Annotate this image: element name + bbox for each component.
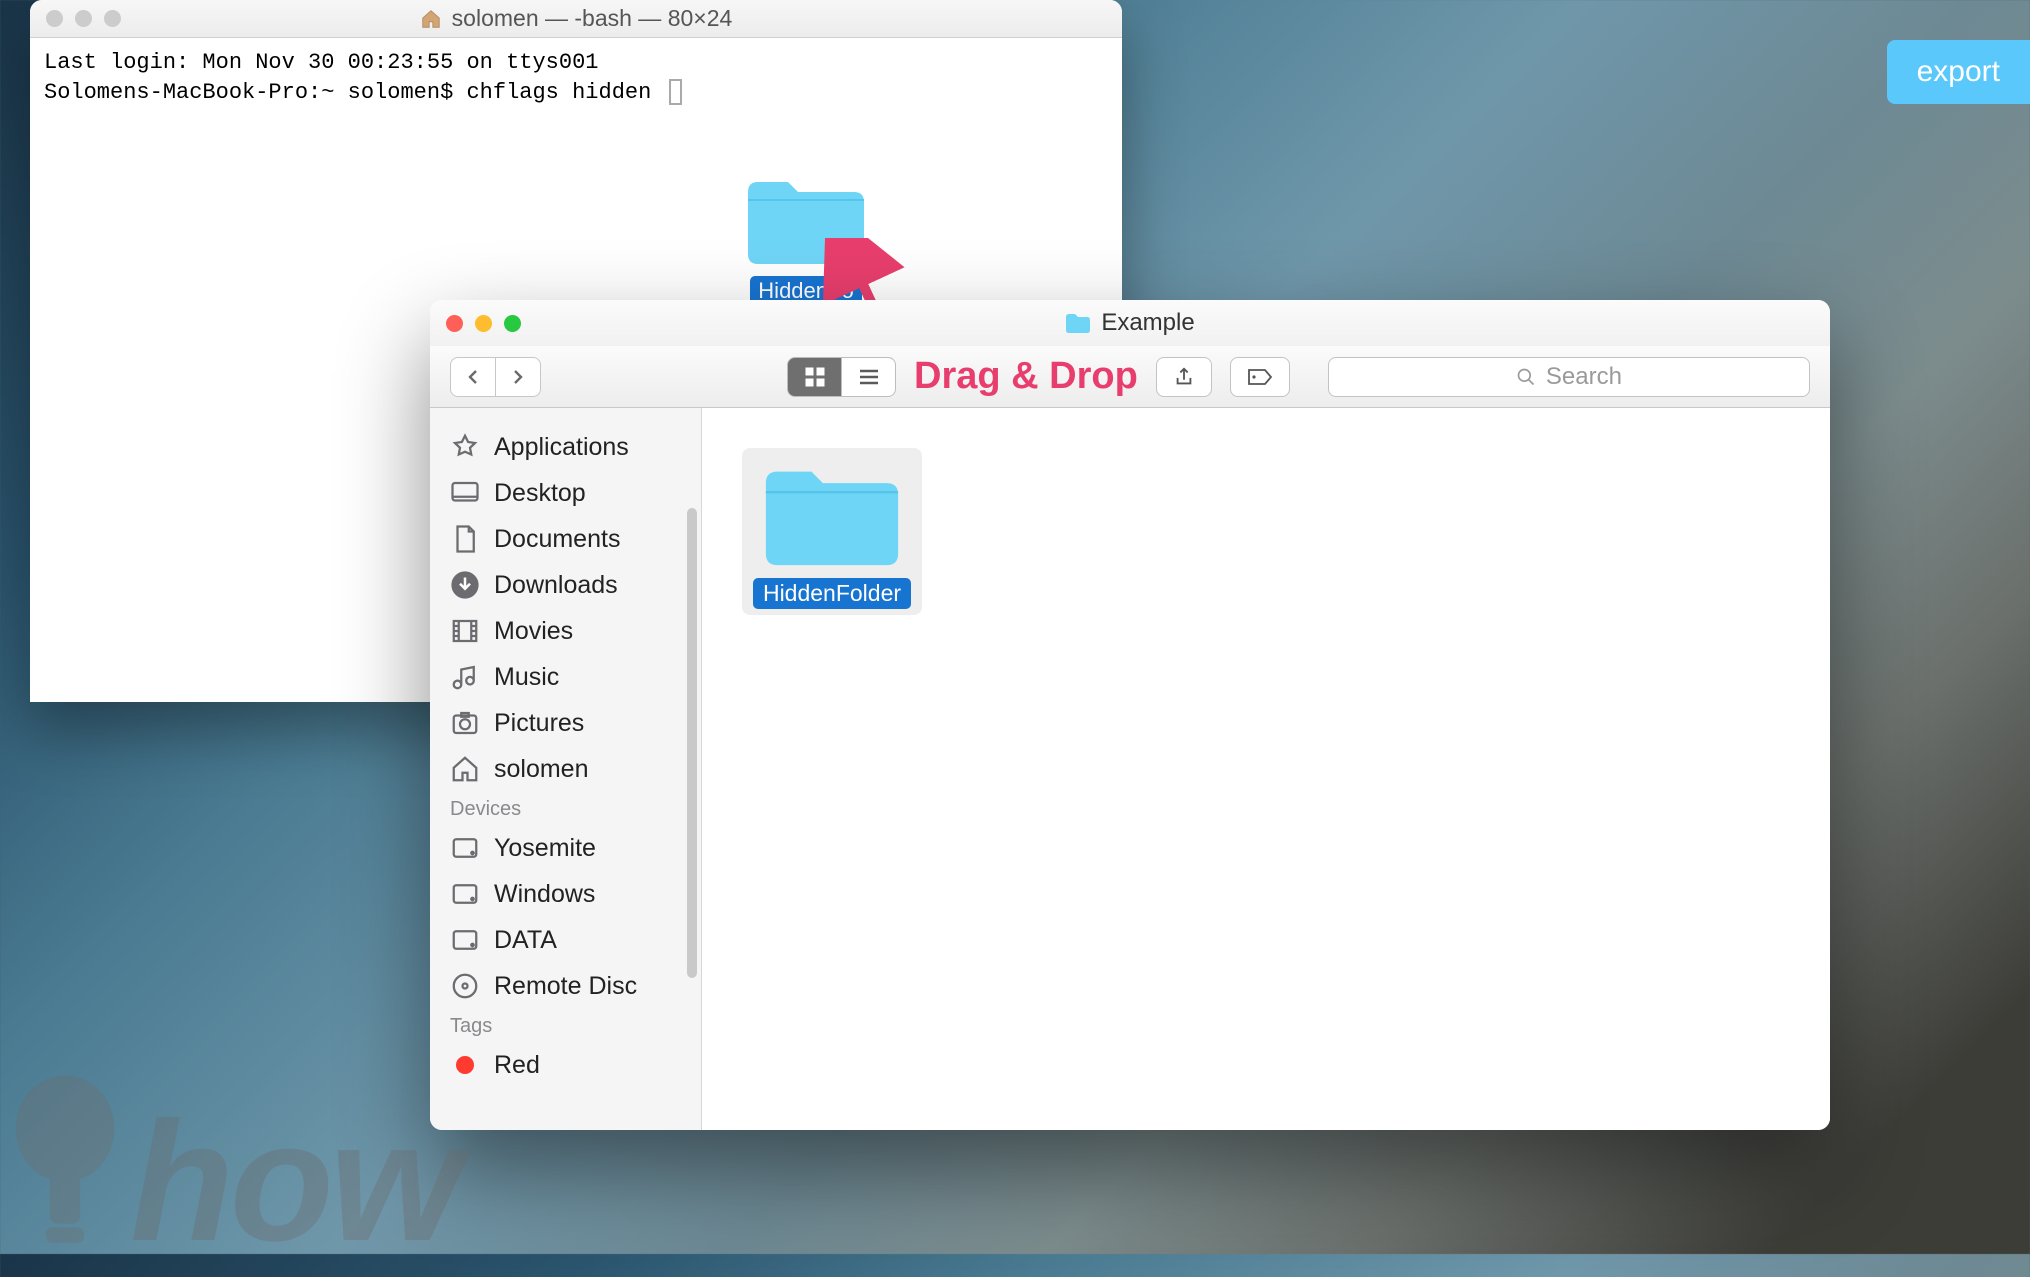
- sidebar-item-yosemite[interactable]: Yosemite: [430, 825, 701, 871]
- zoom-icon[interactable]: [104, 10, 121, 27]
- sidebar-item-downloads[interactable]: Downloads: [430, 562, 701, 608]
- export-label: export: [1917, 55, 2000, 89]
- sidebar-heading-devices: Devices: [430, 792, 701, 825]
- bulb-icon: [0, 1064, 130, 1254]
- terminal-prompt: Solomens-MacBook-Pro:~ solomen$ chflags …: [44, 80, 665, 105]
- disk-icon: [450, 925, 480, 955]
- sidebar-item-desktop[interactable]: Desktop: [430, 470, 701, 516]
- sidebar-item-data[interactable]: DATA: [430, 917, 701, 963]
- desktop-icon: [450, 478, 480, 508]
- finder-traffic-lights: [430, 300, 521, 346]
- watermark: how: [0, 1064, 458, 1254]
- tag-dot-icon: [450, 1050, 480, 1080]
- nav-buttons: [450, 357, 541, 397]
- cursor-icon: [669, 79, 682, 105]
- documents-icon: [450, 524, 480, 554]
- sidebar-item-pictures[interactable]: Pictures: [430, 700, 701, 746]
- sidebar-item-remote-disc[interactable]: Remote Disc: [430, 963, 701, 1009]
- close-icon[interactable]: [446, 315, 463, 332]
- finder-titlebar[interactable]: Example: [430, 300, 1830, 346]
- sidebar-item-music[interactable]: Music: [430, 654, 701, 700]
- forward-button[interactable]: [495, 357, 541, 397]
- export-tab[interactable]: export: [1887, 40, 2030, 104]
- disk-icon: [450, 879, 480, 909]
- annotation-label: Drag & Drop: [914, 355, 1138, 398]
- minimize-icon[interactable]: [75, 10, 92, 27]
- share-button[interactable]: [1156, 357, 1212, 397]
- music-icon: [450, 662, 480, 692]
- search-placeholder: Search: [1546, 363, 1622, 391]
- pictures-icon: [450, 708, 480, 738]
- dragged-folder[interactable]: HiddenFo: [736, 170, 876, 306]
- sidebar-scrollbar[interactable]: [687, 508, 697, 978]
- chevron-left-icon: [465, 369, 481, 385]
- minimize-icon[interactable]: [475, 315, 492, 332]
- share-icon: [1173, 366, 1195, 388]
- movies-icon: [450, 616, 480, 646]
- sidebar-item-movies[interactable]: Movies: [430, 608, 701, 654]
- terminal-title: solomen — -bash — 80×24: [30, 5, 1122, 32]
- file-item-label: HiddenFolder: [753, 578, 911, 609]
- finder-body: Applications Desktop Documents Downloads: [430, 408, 1830, 1130]
- chevron-right-icon: [510, 369, 526, 385]
- finder-window: Example Drag: [430, 300, 1830, 1130]
- terminal-titlebar[interactable]: solomen — -bash — 80×24: [30, 0, 1122, 38]
- tag-icon: [1247, 367, 1273, 387]
- search-field[interactable]: Search: [1328, 357, 1810, 397]
- icon-view-button[interactable]: [787, 357, 842, 397]
- tags-button[interactable]: [1230, 357, 1290, 397]
- grid-icon: [804, 366, 826, 388]
- finder-content[interactable]: HiddenFolder: [702, 408, 1830, 1130]
- applications-icon: [450, 432, 480, 462]
- folder-icon: [1065, 312, 1091, 334]
- downloads-icon: [450, 570, 480, 600]
- search-icon: [1516, 367, 1536, 387]
- sidebar-item-documents[interactable]: Documents: [430, 516, 701, 562]
- watermark-text: how: [130, 1110, 458, 1255]
- disk-icon: [450, 833, 480, 863]
- optical-disc-icon: [450, 971, 480, 1001]
- sidebar-item-applications[interactable]: Applications: [430, 424, 701, 470]
- finder-sidebar: Applications Desktop Documents Downloads: [430, 408, 702, 1130]
- zoom-icon[interactable]: [504, 315, 521, 332]
- finder-title: Example: [1065, 309, 1194, 337]
- terminal-line: Last login: Mon Nov 30 00:23:55 on ttys0…: [44, 50, 599, 75]
- close-icon[interactable]: [46, 10, 63, 27]
- sidebar-item-windows[interactable]: Windows: [430, 871, 701, 917]
- sidebar-heading-tags: Tags: [430, 1009, 701, 1042]
- view-switcher: [787, 357, 896, 397]
- finder-toolbar: Drag & Drop Search: [430, 346, 1830, 408]
- sidebar-tag-red[interactable]: Red: [430, 1042, 701, 1088]
- file-item-hiddenfolder[interactable]: HiddenFolder: [742, 448, 922, 615]
- folder-icon: [742, 170, 870, 270]
- home-icon: [420, 8, 442, 30]
- list-icon: [858, 366, 880, 388]
- terminal-traffic-lights: [30, 10, 121, 27]
- list-view-button[interactable]: [841, 357, 896, 397]
- back-button[interactable]: [450, 357, 496, 397]
- sidebar-item-solomen[interactable]: solomen: [430, 746, 701, 792]
- home-icon: [450, 754, 480, 784]
- folder-icon: [757, 458, 907, 572]
